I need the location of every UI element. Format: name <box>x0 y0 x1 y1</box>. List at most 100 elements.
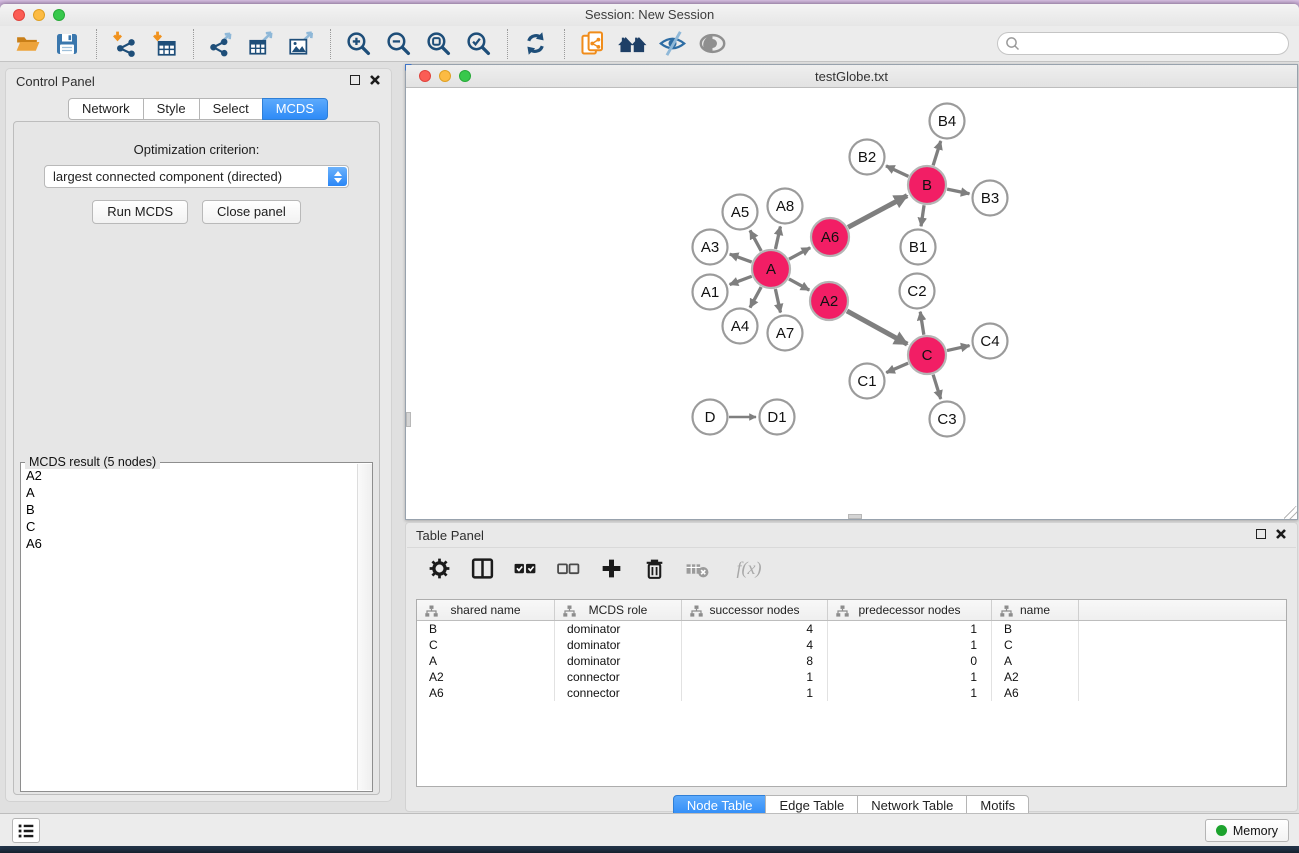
table-cell[interactable]: 4 <box>682 637 828 653</box>
graph-edge-A-A7[interactable] <box>775 289 780 312</box>
tab-style[interactable]: Style <box>143 98 200 120</box>
show-eye-button[interactable] <box>695 29 729 59</box>
graph-edge-A-A5[interactable] <box>750 230 761 251</box>
table-cell[interactable]: A <box>417 653 555 669</box>
table-row[interactable]: A6connector11A6 <box>417 685 1286 701</box>
graph-node-A8[interactable]: A8 <box>768 189 803 224</box>
table-cell[interactable]: 1 <box>828 621 992 637</box>
select-all-button[interactable] <box>511 555 539 583</box>
graph-edge-A-A2[interactable] <box>789 279 809 290</box>
horizontal-scrollbar-thumb[interactable] <box>848 514 862 519</box>
run-mcds-button[interactable]: Run MCDS <box>92 200 188 224</box>
network-graph[interactable]: B4B2BB3A8A5A6A3B1AA1C2A2A4A7C4CC1DD1C3 <box>406 88 1297 519</box>
graph-node-B1[interactable]: B1 <box>901 230 936 265</box>
table-cell[interactable]: A <box>992 653 1079 669</box>
graph-edge-A-A6[interactable] <box>789 248 810 259</box>
table-cell[interactable]: A6 <box>992 685 1079 701</box>
graph-edge-C-C3[interactable] <box>933 375 941 399</box>
import-network-button[interactable] <box>107 29 141 59</box>
table-cell[interactable]: connector <box>555 669 682 685</box>
graph-node-D[interactable]: D <box>693 400 728 435</box>
mcds-result-item[interactable]: C <box>21 518 356 535</box>
table-cell[interactable]: 1 <box>682 669 828 685</box>
float-table-panel-button[interactable] <box>1256 529 1266 539</box>
mcds-result-scrollbar[interactable] <box>357 464 372 790</box>
graph-edge-A-A1[interactable] <box>730 276 752 284</box>
table-cell[interactable]: connector <box>555 685 682 701</box>
table-tab-motifs[interactable]: Motifs <box>966 795 1029 813</box>
graph-node-B4[interactable]: B4 <box>930 104 965 139</box>
tab-mcds[interactable]: MCDS <box>262 98 328 120</box>
graph-node-B[interactable]: B <box>908 166 946 204</box>
graph-edge-A6-B[interactable] <box>848 196 907 228</box>
graph-edge-A-A4[interactable] <box>750 287 761 308</box>
graph-node-C2[interactable]: C2 <box>900 274 935 309</box>
graph-node-A5[interactable]: A5 <box>723 195 758 230</box>
criterion-dropdown[interactable]: largest connected component (directed) <box>44 165 349 188</box>
zoom-fit-button[interactable] <box>421 29 455 59</box>
open-session-button[interactable] <box>10 29 44 59</box>
tab-select[interactable]: Select <box>199 98 263 120</box>
table-cell[interactable]: 1 <box>828 669 992 685</box>
table-row[interactable]: Adominator80A <box>417 653 1286 669</box>
tab-network[interactable]: Network <box>68 98 144 120</box>
mcds-result-item[interactable]: A2 <box>21 467 356 484</box>
export-table-button[interactable] <box>244 29 278 59</box>
table-cell[interactable]: C <box>992 637 1079 653</box>
graph-edge-B-B2[interactable] <box>886 166 908 176</box>
deselect-all-button[interactable] <box>554 555 582 583</box>
table-row[interactable]: Cdominator41C <box>417 637 1286 653</box>
zoom-selected-button[interactable] <box>461 29 495 59</box>
graph-node-A2[interactable]: A2 <box>810 282 848 320</box>
graph-edge-B-B1[interactable] <box>921 205 924 226</box>
mcds-result-item[interactable]: A6 <box>21 535 356 552</box>
graph-node-C4[interactable]: C4 <box>973 324 1008 359</box>
column-header-name[interactable]: name <box>992 600 1079 620</box>
table-cell[interactable]: 4 <box>682 621 828 637</box>
home-views-button[interactable] <box>615 29 649 59</box>
table-cell[interactable]: 8 <box>682 653 828 669</box>
table-cell[interactable]: A6 <box>417 685 555 701</box>
close-table-panel-button[interactable] <box>1275 528 1287 540</box>
mcds-result-item[interactable]: B <box>21 501 356 518</box>
hide-eye-button[interactable] <box>655 29 689 59</box>
search-input[interactable] <box>1021 35 1288 53</box>
table-cell[interactable]: 0 <box>828 653 992 669</box>
table-cell[interactable]: 1 <box>828 685 992 701</box>
import-table-button[interactable] <box>147 29 181 59</box>
graph-node-B2[interactable]: B2 <box>850 140 885 175</box>
graph-node-A4[interactable]: A4 <box>723 309 758 344</box>
graph-node-C[interactable]: C <box>908 336 946 374</box>
graph-node-C1[interactable]: C1 <box>850 364 885 399</box>
table-row[interactable]: A2connector11A2 <box>417 669 1286 685</box>
task-history-button[interactable] <box>12 818 40 843</box>
delete-column-button[interactable] <box>640 555 668 583</box>
export-network-button[interactable] <box>204 29 238 59</box>
zoom-out-button[interactable] <box>381 29 415 59</box>
table-cell[interactable]: B <box>992 621 1079 637</box>
graph-node-C3[interactable]: C3 <box>930 402 965 437</box>
table-cell[interactable]: A2 <box>417 669 555 685</box>
resize-gripper[interactable] <box>1284 506 1297 519</box>
graph-edge-C-C1[interactable] <box>886 363 908 372</box>
column-header-predecessor-nodes[interactable]: predecessor nodes <box>828 600 992 620</box>
table-settings-button[interactable] <box>425 555 453 583</box>
column-header-shared-name[interactable]: shared name <box>417 600 555 620</box>
table-cell[interactable]: 1 <box>682 685 828 701</box>
table-cell[interactable]: dominator <box>555 637 682 653</box>
float-panel-button[interactable] <box>350 75 360 85</box>
close-panel-button[interactable] <box>369 74 381 86</box>
table-cell[interactable]: A2 <box>992 669 1079 685</box>
table-cell[interactable]: dominator <box>555 621 682 637</box>
graph-node-A[interactable]: A <box>752 250 790 288</box>
graph-node-B3[interactable]: B3 <box>973 181 1008 216</box>
graph-node-A1[interactable]: A1 <box>693 275 728 310</box>
table-cell[interactable]: B <box>417 621 555 637</box>
table-tab-network-table[interactable]: Network Table <box>857 795 967 813</box>
copy-network-button[interactable] <box>575 29 609 59</box>
graph-edge-A-A8[interactable] <box>775 226 780 248</box>
graph-edge-C-C4[interactable] <box>947 346 969 351</box>
column-header-mcds-role[interactable]: MCDS role <box>555 600 682 620</box>
memory-button[interactable]: Memory <box>1205 819 1289 842</box>
add-column-button[interactable] <box>597 555 625 583</box>
